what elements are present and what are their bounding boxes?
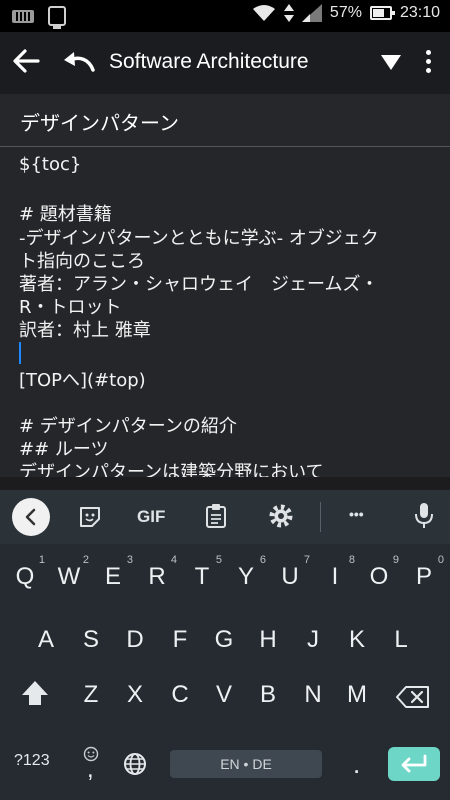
text-cursor	[19, 342, 21, 364]
editor-line: # デザインパターンの紹介	[19, 416, 237, 437]
keyboard-toolbar: GIF •••	[0, 490, 450, 544]
clipboard-icon[interactable]	[205, 503, 227, 529]
key[interactable]: G	[202, 615, 246, 665]
editor-line: # 題材書籍	[19, 204, 112, 225]
key[interactable]: Y6	[224, 552, 268, 602]
key[interactable]: V	[202, 670, 246, 720]
key[interactable]: Z	[69, 670, 113, 720]
key[interactable]: K	[335, 615, 379, 665]
sticker-icon[interactable]	[78, 505, 102, 529]
app-title: Software Architecture	[109, 50, 309, 73]
chevron-left-icon	[25, 508, 36, 526]
soft-keyboard: GIF ••• Q1 W2 E3 R4 T5 Y6 U7 I8 O9 P0 A …	[0, 490, 450, 800]
key[interactable]: M	[335, 670, 379, 720]
overflow-menu-icon[interactable]	[421, 50, 435, 78]
key[interactable]: E3	[91, 552, 135, 602]
editor-line: 著者：アラン・シャロウェイ ジェームズ・	[19, 274, 379, 295]
editor-line: ト指向のこころ	[19, 251, 145, 272]
gear-icon[interactable]	[268, 503, 294, 529]
key[interactable]: H	[246, 615, 290, 665]
shift-icon[interactable]	[20, 677, 50, 711]
key[interactable]: L	[379, 615, 423, 665]
editor-line: ${toc}	[19, 154, 82, 175]
globe-icon[interactable]	[123, 752, 147, 776]
backspace-icon[interactable]	[396, 685, 430, 709]
key[interactable]: D	[113, 615, 157, 665]
key[interactable]: F	[158, 615, 202, 665]
key[interactable]: A	[24, 615, 68, 665]
status-bar: 57% 23:10	[0, 0, 450, 32]
key[interactable]: S	[69, 615, 113, 665]
key-area: Q1 W2 E3 R4 T5 Y6 U7 I8 O9 P0 A S D F G …	[0, 544, 450, 800]
phone-notification-icon	[48, 6, 66, 29]
signal-icon	[301, 4, 322, 22]
enter-button[interactable]	[388, 747, 440, 781]
microphone-icon[interactable]	[414, 502, 434, 530]
period-key[interactable]: .	[353, 749, 360, 780]
clock: 23:10	[399, 4, 440, 21]
document-title-bar: デザインパターン	[0, 94, 450, 147]
toolbar-divider	[320, 502, 321, 532]
key[interactable]: J	[291, 615, 335, 665]
back-arrow-icon[interactable]	[10, 45, 42, 77]
text-editor[interactable]: ${toc} # 題材書籍 -デザインパターンとともに学ぶ- オブジェク ト指向…	[0, 147, 450, 477]
space-bar[interactable]: EN • DE	[170, 750, 322, 778]
toolbar-collapse-button[interactable]	[12, 498, 50, 536]
comma-label: ,	[87, 756, 94, 783]
more-options-button[interactable]: •••	[349, 506, 364, 522]
key[interactable]: P0	[402, 552, 446, 602]
wifi-icon	[252, 5, 275, 21]
editor-line: ## ルーツ	[19, 439, 109, 460]
key[interactable]: C	[158, 670, 202, 720]
app-bar: Software Architecture	[0, 32, 450, 94]
document-title-field[interactable]: デザインパターン	[20, 107, 179, 136]
key[interactable]: W2	[47, 552, 91, 602]
key[interactable]: T5	[180, 552, 224, 602]
key[interactable]: I8	[313, 552, 357, 602]
editor-line: デザインパターンは建築分野において	[19, 462, 324, 477]
key[interactable]: O9	[357, 552, 401, 602]
key[interactable]: Q1	[3, 552, 47, 602]
symbols-key[interactable]: ?123	[14, 752, 50, 770]
key[interactable]: U7	[268, 552, 312, 602]
enter-arrow-icon	[401, 754, 427, 773]
dropdown-triangle-icon[interactable]	[381, 55, 401, 70]
editor-line: [TOPへ](#top)	[19, 370, 146, 391]
undo-icon[interactable]	[62, 46, 96, 78]
key[interactable]: R4	[135, 552, 179, 602]
editor-line: -デザインパターンとともに学ぶ- オブジェク	[19, 228, 379, 249]
battery-icon	[369, 6, 395, 20]
comma-emoji-key[interactable]: ,	[82, 746, 102, 783]
data-transfer-icon	[283, 4, 294, 22]
gif-button[interactable]: GIF	[137, 507, 165, 527]
editor-line: 訳者：村上 雅章	[19, 320, 151, 341]
battery-percent: 57%	[329, 4, 362, 21]
key[interactable]: N	[291, 670, 335, 720]
keyboard-notification-icon	[12, 9, 34, 23]
editor-line: R・トロット	[19, 297, 122, 318]
key[interactable]: B	[246, 670, 290, 720]
key[interactable]: X	[113, 670, 157, 720]
